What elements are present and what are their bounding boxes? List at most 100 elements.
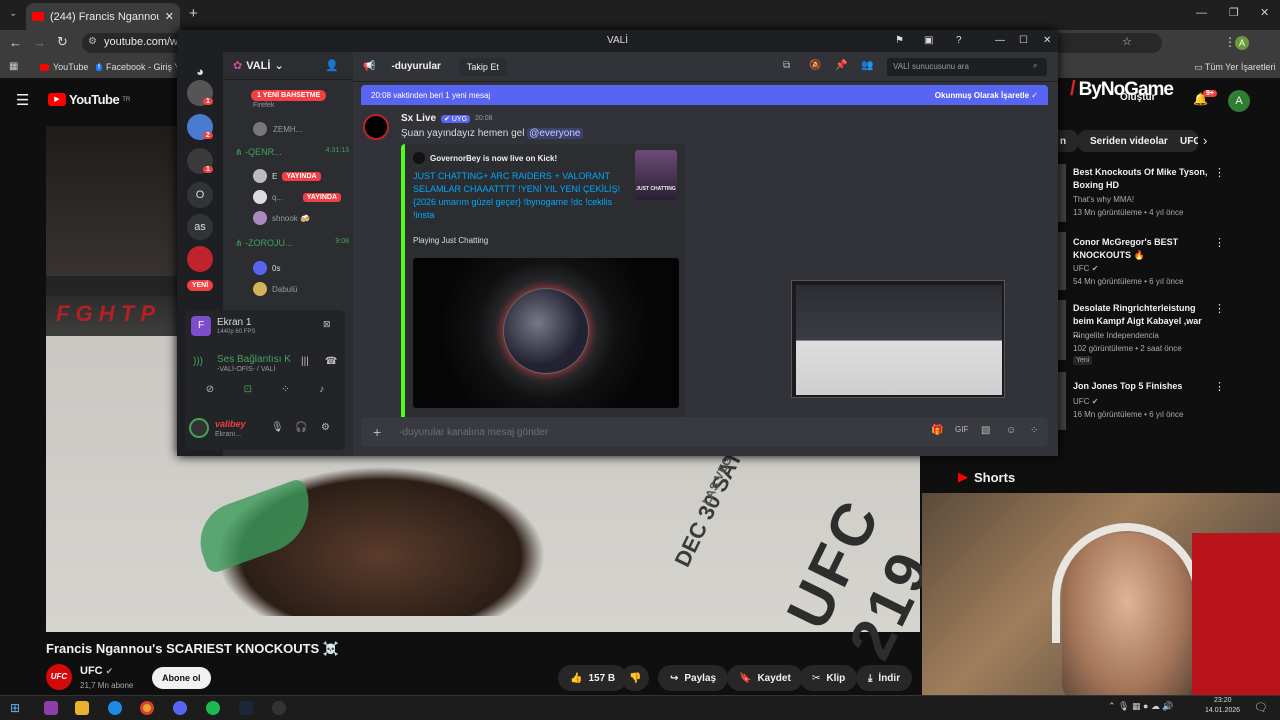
voice-channel[interactable]: ⋔ -ZOROJU... 9:08 xyxy=(235,238,349,249)
search-input[interactable]: VALİ sunucusunu ara ⌕ xyxy=(887,58,1047,76)
mention-everyone[interactable]: @everyone xyxy=(527,128,583,139)
forward-icon[interactable]: → xyxy=(33,35,46,50)
gif-icon[interactable]: GIF xyxy=(955,425,968,434)
app-icon[interactable] xyxy=(44,701,58,715)
discord-home-button[interactable]: ◕ xyxy=(177,52,223,84)
user-avatar[interactable] xyxy=(189,418,209,438)
youtube-logo[interactable]: ▶ YouTube TR xyxy=(48,92,130,107)
tab-list-icon[interactable]: ⌄ xyxy=(9,8,17,19)
embed-author[interactable]: GovernorBey is now live on Kick! xyxy=(413,152,557,164)
add-member-icon[interactable]: 👤 xyxy=(325,59,339,72)
file-explorer-icon[interactable] xyxy=(75,701,89,715)
ufc-channel-avatar[interactable]: UFC xyxy=(46,664,72,690)
apps-icon[interactable]: ⁘ xyxy=(1030,425,1038,436)
inbox-flag-icon[interactable]: ⚑ xyxy=(895,30,904,52)
bookmark-youtube[interactable]: YouTube xyxy=(40,62,88,72)
emoji-icon[interactable]: ☺ xyxy=(1006,425,1016,436)
create-button[interactable]: Oluştur xyxy=(1120,92,1156,103)
disconnect-icon[interactable]: ☎ xyxy=(325,356,337,367)
screen-icon[interactable]: ▣ xyxy=(924,30,933,52)
server-icon-item[interactable]: O xyxy=(177,182,223,214)
embed-thumbnail[interactable]: JUST CHATTING xyxy=(635,150,677,200)
more-options-icon[interactable]: ⋮ xyxy=(1214,380,1225,393)
minimize-icon[interactable]: — xyxy=(995,30,1005,52)
bell-icon[interactable]: 🔔 xyxy=(1193,92,1208,106)
camera-off-icon[interactable]: ⊘ xyxy=(206,384,214,395)
recommendation-item[interactable]: Jon Jones Top 5 Finishes UFC ✔ 16 Mn gör… xyxy=(1058,372,1270,440)
chrome-icon[interactable] xyxy=(140,701,154,715)
more-options-icon[interactable]: ⋮ xyxy=(1214,166,1225,179)
clip-button[interactable]: ✂ Klip xyxy=(800,665,858,691)
chip-ufc[interactable]: UFC xyxy=(1168,130,1198,152)
mention-pill[interactable]: 1 YENİ BAHSETME xyxy=(251,90,327,101)
site-info-icon[interactable]: ⚙ xyxy=(88,36,97,47)
recommendation-item[interactable]: Desolate Ringrichterleistung beim Kampf … xyxy=(1058,300,1270,372)
more-options-icon[interactable]: ⋮ xyxy=(1214,236,1225,249)
stop-stream-icon[interactable]: ⊠ xyxy=(323,319,331,330)
attach-plus-icon[interactable]: + xyxy=(373,424,381,440)
download-button[interactable]: ⤓ İndir xyxy=(856,665,913,691)
window-close-icon[interactable]: ✕ xyxy=(1260,6,1269,19)
voice-member[interactable]: q... YAYINDA xyxy=(253,190,349,204)
reload-icon[interactable]: ↻ xyxy=(57,34,68,50)
notification-center-icon[interactable]: 🗨 xyxy=(1254,701,1268,714)
account-avatar[interactable]: A xyxy=(1228,90,1250,112)
voice-channel[interactable]: ⋔ -QENR... 4:31:13 xyxy=(235,147,349,158)
channel-name[interactable]: UFC ✔ xyxy=(80,665,113,677)
message-author-avatar[interactable] xyxy=(363,114,389,140)
server-icon-item[interactable]: 1 xyxy=(177,148,223,182)
screen-share-preview[interactable] xyxy=(791,280,1005,398)
mark-read-button[interactable]: Okunmuş Olarak İşaretle ✓ xyxy=(935,91,1038,100)
subscribe-button[interactable]: Abone ol xyxy=(152,667,211,689)
soundwave-icon[interactable]: ||| xyxy=(301,356,309,367)
like-button[interactable]: 👍 157 B xyxy=(558,665,628,691)
voice-member[interactable]: ZEMH... xyxy=(253,122,302,136)
voice-member[interactable]: shnook 🍻 xyxy=(253,211,349,225)
system-tray-icons[interactable]: ⌃ 🎙 ▦ ● ☁ 🔊 xyxy=(1108,701,1174,712)
server-icon-item[interactable]: 1 xyxy=(177,80,223,114)
chip-seriden[interactable]: Seriden videolar xyxy=(1078,130,1180,152)
share-button[interactable]: ↪ Paylaş xyxy=(658,665,729,691)
apps-grid-icon[interactable]: ▦ xyxy=(9,61,18,72)
discord-taskbar-icon[interactable] xyxy=(173,701,187,715)
server-header[interactable]: ✿ VALİ ⌄ 👤 xyxy=(223,52,353,80)
windows-start-icon[interactable]: ⊞ xyxy=(10,701,20,715)
server-icon-item[interactable]: as xyxy=(177,214,223,246)
soundboard-icon[interactable]: ♪ xyxy=(319,384,324,395)
maximize-icon[interactable]: ☐ xyxy=(1019,30,1028,52)
server-icon-item[interactable]: 2 xyxy=(177,114,223,148)
tab-close-icon[interactable]: ✕ xyxy=(165,10,174,23)
voice-connection-title[interactable]: Ses Bağlantısı K xyxy=(217,354,293,365)
threads-icon[interactable]: ⧉ xyxy=(783,60,790,71)
edge-icon[interactable] xyxy=(108,701,122,715)
save-button[interactable]: 🔖 Kaydet xyxy=(727,665,803,691)
member-list-icon[interactable]: 👥 xyxy=(861,60,873,71)
message-composer[interactable]: + -duyurular kanalına mesaj gönder 🎁 GIF… xyxy=(361,417,1048,447)
dislike-button[interactable]: 👎 xyxy=(621,665,650,691)
voice-member[interactable]: Dabulü xyxy=(253,282,349,296)
more-options-icon[interactable]: ⋮ xyxy=(1214,302,1225,315)
notifications-muted-icon[interactable]: 🔕 xyxy=(809,60,821,71)
new-messages-bar[interactable]: 20:08 vaktinden beri 1 yeni mesaj Okunmu… xyxy=(361,85,1048,105)
hamburger-menu-icon[interactable]: ☰ xyxy=(16,91,29,109)
all-bookmarks[interactable]: ▭ Tüm Yer İşaretleri xyxy=(1194,62,1275,73)
bookmark-facebook[interactable]: f Facebook - Giriş Ya xyxy=(96,62,185,72)
voice-member-name[interactable]: Firefek xyxy=(253,102,274,109)
recommendation-item[interactable]: Best Knockouts Of Mike Tyson, Boxing HD … xyxy=(1058,164,1270,232)
new-tab-button[interactable]: + xyxy=(189,5,198,22)
headphones-icon[interactable]: 🎧 xyxy=(295,422,307,433)
pin-icon[interactable]: 📌 xyxy=(835,60,847,71)
chevron-right-icon[interactable]: › xyxy=(1203,133,1207,148)
help-icon[interactable]: ? xyxy=(956,30,962,52)
bookmark-star-icon[interactable]: ☆ xyxy=(1122,35,1132,48)
steam-icon[interactable] xyxy=(239,701,253,715)
minimize-icon[interactable]: — xyxy=(1196,7,1207,19)
voice-member[interactable]: E YAYINDA xyxy=(253,169,349,183)
gift-icon[interactable]: 🎁 xyxy=(931,425,943,436)
voice-member[interactable]: 0s xyxy=(253,261,349,275)
recommendation-item[interactable]: Conor McGregor's BEST KNOCKOUTS 🔥 UFC ✔ … xyxy=(1058,232,1270,300)
maximize-icon[interactable]: ❐ xyxy=(1229,6,1239,19)
microphone-icon[interactable]: 🎙 xyxy=(271,422,284,433)
settings-gear-icon[interactable]: ⚙ xyxy=(321,422,330,433)
close-icon[interactable]: ✕ xyxy=(1043,30,1051,52)
